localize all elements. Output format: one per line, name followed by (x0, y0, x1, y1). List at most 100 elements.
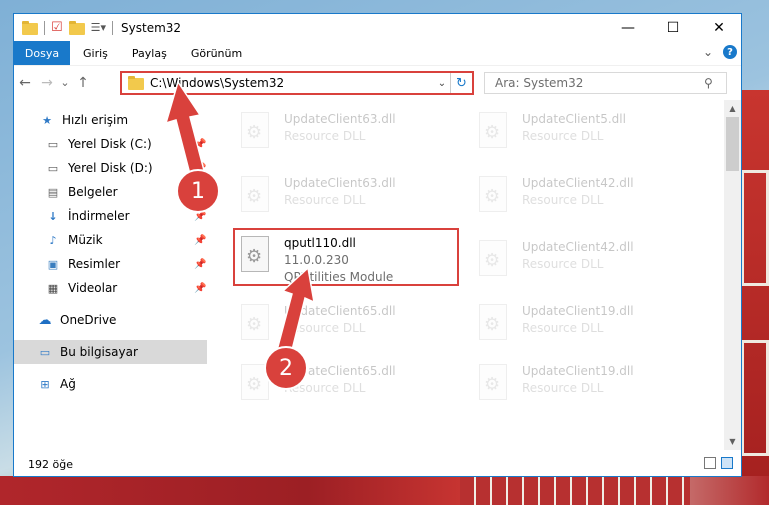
quick-access-toolbar: ☑ ☰▾ (22, 20, 114, 35)
file-description: Resource DLL (522, 257, 604, 271)
sidebar-item-downloads[interactable]: ↓ İndirmeler 📌 (14, 204, 207, 228)
file-name: UpdateClient19.dll (522, 304, 634, 318)
address-bar[interactable]: C:\Windows\System32 ⌄ ↻ (120, 71, 474, 95)
sidebar-item-label: Belgeler (68, 185, 118, 199)
picture-icon: ▣ (47, 257, 59, 271)
file-item[interactable]: ⚙ UpdateClient42.dll Resource DLL (472, 234, 692, 290)
sidebar-item-label: Müzik (68, 233, 103, 247)
network-icon: ⊞ (40, 377, 50, 391)
chevron-down-icon[interactable]: ⌄ (434, 78, 450, 89)
highlight-box-file (233, 228, 459, 286)
window-title: System32 (121, 20, 182, 35)
dll-file-icon: ⚙ (476, 240, 512, 284)
recent-locations-button[interactable]: ⌄ (58, 76, 72, 89)
sidebar-item-network[interactable]: ⊞ Ağ (14, 372, 207, 396)
sidebar-item-label: Yerel Disk (C:) (68, 137, 152, 151)
sidebar-item-drive-d[interactable]: ▭ Yerel Disk (D:) 📌 (14, 156, 207, 180)
folder-icon (128, 76, 144, 90)
search-icon: ⚲ (704, 76, 713, 90)
file-name: UpdateClient42.dll (522, 240, 634, 254)
tab-view[interactable]: Görünüm (178, 47, 253, 60)
sidebar-item-label: OneDrive (60, 313, 117, 327)
maximize-button[interactable]: ☐ (650, 14, 696, 41)
sidebar-item-drive-c[interactable]: ▭ Yerel Disk (C:) 📌 (14, 132, 207, 156)
step-badge-1: 1 (176, 169, 220, 213)
separator (112, 20, 114, 35)
navigation-bar: ← → ⌄ ↑ C:\Windows\System32 ⌄ ↻ Ara: Sys… (14, 65, 741, 99)
forward-button[interactable]: → (36, 75, 58, 91)
document-icon: ▤ (47, 185, 59, 199)
back-button[interactable]: ← (14, 75, 36, 91)
file-item[interactable]: ⚙ UpdateClient5.dll Resource DLL (472, 106, 692, 162)
dll-file-icon: ⚙ (238, 112, 274, 156)
file-name: UpdateClient42.dll (522, 176, 634, 190)
sidebar-item-music[interactable]: ♪ Müzik 📌 (14, 228, 207, 252)
sidebar-item-label: Videolar (68, 281, 118, 295)
file-description: Resource DLL (522, 193, 604, 207)
scroll-thumb[interactable] (726, 117, 739, 171)
customize-toolbar-icon[interactable]: ☰▾ (91, 21, 106, 34)
search-placeholder: Ara: System32 (495, 76, 584, 90)
file-item[interactable]: ⚙ UpdateClient63.dll Resource DLL (234, 170, 454, 226)
pin-icon: 📌 (194, 258, 207, 270)
sidebar-item-videos[interactable]: ▦ Videolar 📌 (14, 276, 207, 300)
sidebar-item-label: İndirmeler (68, 209, 130, 223)
vertical-scrollbar[interactable]: ▲ ▼ (724, 100, 741, 450)
dll-file-icon: ⚙ (476, 364, 512, 408)
scroll-up-icon[interactable]: ▲ (724, 100, 741, 117)
close-button[interactable]: ✕ (696, 14, 742, 41)
file-description: Resource DLL (522, 129, 604, 143)
sidebar-item-this-pc[interactable]: ▭ Bu bilgisayar (14, 340, 207, 364)
video-icon: ▦ (47, 281, 59, 295)
star-icon: ★ (42, 113, 52, 127)
file-name: UpdateClient63.dll (284, 112, 396, 126)
download-icon: ↓ (48, 209, 58, 223)
item-count: 192 öğe (28, 457, 73, 471)
minimize-button[interactable]: — (605, 14, 651, 41)
file-name: UpdateClient65.dll (284, 304, 396, 318)
tab-home[interactable]: Giriş (70, 47, 119, 60)
file-item[interactable]: ⚙ UpdateClient65.dll Resource DLL (234, 298, 454, 354)
up-button[interactable]: ↑ (72, 75, 94, 91)
title-bar: ☑ ☰▾ System32 — ☐ ✕ (14, 14, 741, 41)
sidebar-item-quick-access[interactable]: ★ Hızlı erişim (14, 108, 207, 132)
navigation-pane: ★ Hızlı erişim ▭ Yerel Disk (C:) 📌 ▭ Yer… (14, 100, 209, 450)
background-ground (0, 476, 769, 505)
properties-icon[interactable]: ☑ (51, 20, 63, 35)
file-item[interactable]: ⚙ UpdateClient63.dll Resource DLL (234, 106, 454, 162)
file-name: UpdateClient19.dll (522, 364, 634, 378)
details-view-icon[interactable] (704, 457, 716, 469)
file-description: Resource DLL (284, 193, 366, 207)
file-description: Resource DLL (522, 381, 604, 395)
sidebar-item-pictures[interactable]: ▣ Resimler 📌 (14, 252, 207, 276)
file-item[interactable]: ⚙ UpdateClient42.dll Resource DLL (472, 170, 692, 226)
dll-file-icon: ⚙ (238, 304, 274, 348)
sidebar-item-label: Yerel Disk (D:) (68, 161, 153, 175)
dll-file-icon: ⚙ (476, 176, 512, 220)
large-icons-view-icon[interactable] (721, 457, 733, 469)
file-description: Resource DLL (284, 129, 366, 143)
folder-icon (22, 20, 38, 35)
file-item[interactable]: ⚙ UpdateClient19.dll Resource DLL (472, 298, 692, 354)
file-name: UpdateClient63.dll (284, 176, 396, 190)
refresh-icon[interactable]: ↻ (450, 73, 472, 93)
address-path[interactable]: C:\Windows\System32 (150, 76, 434, 90)
cloud-icon: ☁ (38, 312, 52, 328)
help-icon[interactable]: ? (723, 45, 737, 59)
status-bar: 192 öğe (14, 452, 741, 476)
dll-file-icon: ⚙ (476, 304, 512, 348)
pin-icon: 📌 (194, 282, 207, 294)
dll-file-icon: ⚙ (476, 112, 512, 156)
tab-share[interactable]: Paylaş (119, 47, 178, 60)
new-folder-icon[interactable] (68, 20, 85, 35)
sidebar-item-onedrive[interactable]: ☁ OneDrive (14, 308, 207, 332)
step-badge-2: 2 (264, 346, 308, 390)
file-name: UpdateClient5.dll (522, 112, 626, 126)
drive-icon: ▭ (47, 161, 59, 175)
sidebar-item-label: Hızlı erişim (62, 113, 129, 127)
tab-file[interactable]: Dosya (14, 41, 70, 65)
file-item[interactable]: ⚙ UpdateClient19.dll Resource DLL (472, 358, 692, 414)
expand-ribbon-icon[interactable]: ⌄ (703, 45, 713, 59)
scroll-down-icon[interactable]: ▼ (724, 433, 741, 450)
search-input[interactable]: Ara: System32 ⚲ (484, 72, 727, 94)
